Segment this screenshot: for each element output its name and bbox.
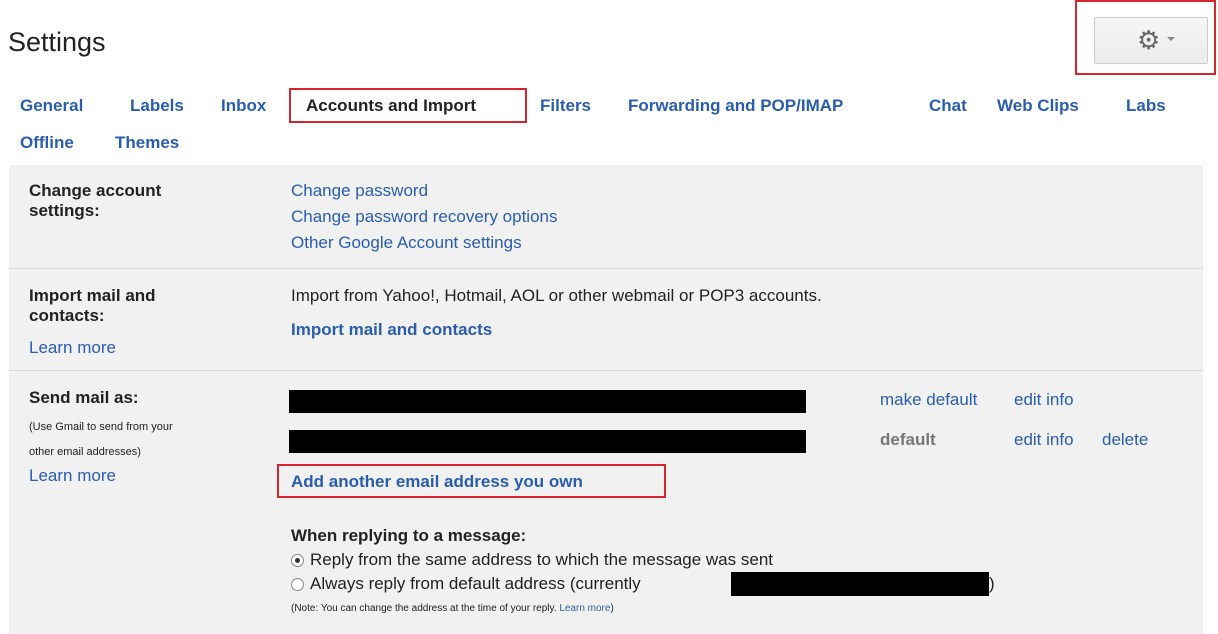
make-default-link[interactable]: make default (880, 390, 977, 410)
settings-panel: Change account settings: Change password… (9, 165, 1203, 634)
send-as-learn-more-link[interactable]: Learn more (29, 466, 116, 486)
import-learn-more-link[interactable]: Learn more (29, 338, 116, 358)
row-divider (9, 370, 1203, 371)
redacted-email-address (289, 430, 806, 453)
reply-default-address-label: Always reply from default address (curre… (310, 574, 641, 593)
highlight-box-active-tab (289, 88, 527, 123)
send-mail-as-label: Send mail as: (29, 388, 139, 407)
change-password-link[interactable]: Change password (291, 181, 428, 201)
reply-default-address-suffix: ) (989, 574, 995, 593)
tab-labs[interactable]: Labs (1126, 96, 1166, 116)
reply-same-address-radio[interactable] (291, 554, 304, 567)
other-google-account-settings-link[interactable]: Other Google Account settings (291, 233, 522, 253)
change-account-label: Change account settings: (29, 181, 162, 220)
reply-note-learn-more-link[interactable]: Learn more (559, 603, 610, 614)
import-mail-and-contacts-link[interactable]: Import mail and contacts (291, 320, 492, 340)
tab-web-clips[interactable]: Web Clips (997, 96, 1079, 116)
edit-info-link[interactable]: edit info (1014, 430, 1074, 450)
page-title: Settings (8, 27, 106, 57)
delete-link[interactable]: delete (1102, 430, 1148, 450)
change-recovery-options-link[interactable]: Change password recovery options (291, 207, 557, 227)
redacted-email-address (289, 390, 806, 413)
tab-filters[interactable]: Filters (540, 96, 591, 116)
tab-offline[interactable]: Offline (20, 133, 74, 153)
highlight-box-add-email (277, 464, 666, 498)
edit-info-link[interactable]: edit info (1014, 390, 1074, 410)
reply-note-close: ) (610, 603, 614, 614)
tab-labels[interactable]: Labels (130, 96, 184, 116)
tab-forwarding-pop-imap[interactable]: Forwarding and POP/IMAP (628, 96, 843, 116)
send-mail-as-note: other email addresses) (29, 446, 141, 458)
highlight-box-gear (1075, 0, 1216, 75)
reply-setting-heading: When replying to a message: (291, 526, 527, 545)
tab-general[interactable]: General (20, 96, 83, 116)
reply-note-text: (Note: You can change the address at the… (291, 603, 560, 614)
reply-same-address-label: Reply from the same address to which the… (310, 550, 773, 569)
tab-inbox[interactable]: Inbox (221, 96, 266, 116)
tab-chat[interactable]: Chat (929, 96, 967, 116)
reply-default-address-radio[interactable] (291, 578, 304, 591)
default-status-label: default (880, 430, 936, 449)
import-description: Import from Yahoo!, Hotmail, AOL or othe… (291, 286, 822, 305)
reply-note: (Note: You can change the address at the… (291, 602, 614, 616)
tab-themes[interactable]: Themes (115, 133, 179, 153)
row-divider (9, 268, 1203, 269)
send-mail-as-note: (Use Gmail to send from your (29, 421, 173, 433)
redacted-email-address (731, 572, 989, 596)
import-label: Import mail and contacts: (29, 286, 156, 325)
